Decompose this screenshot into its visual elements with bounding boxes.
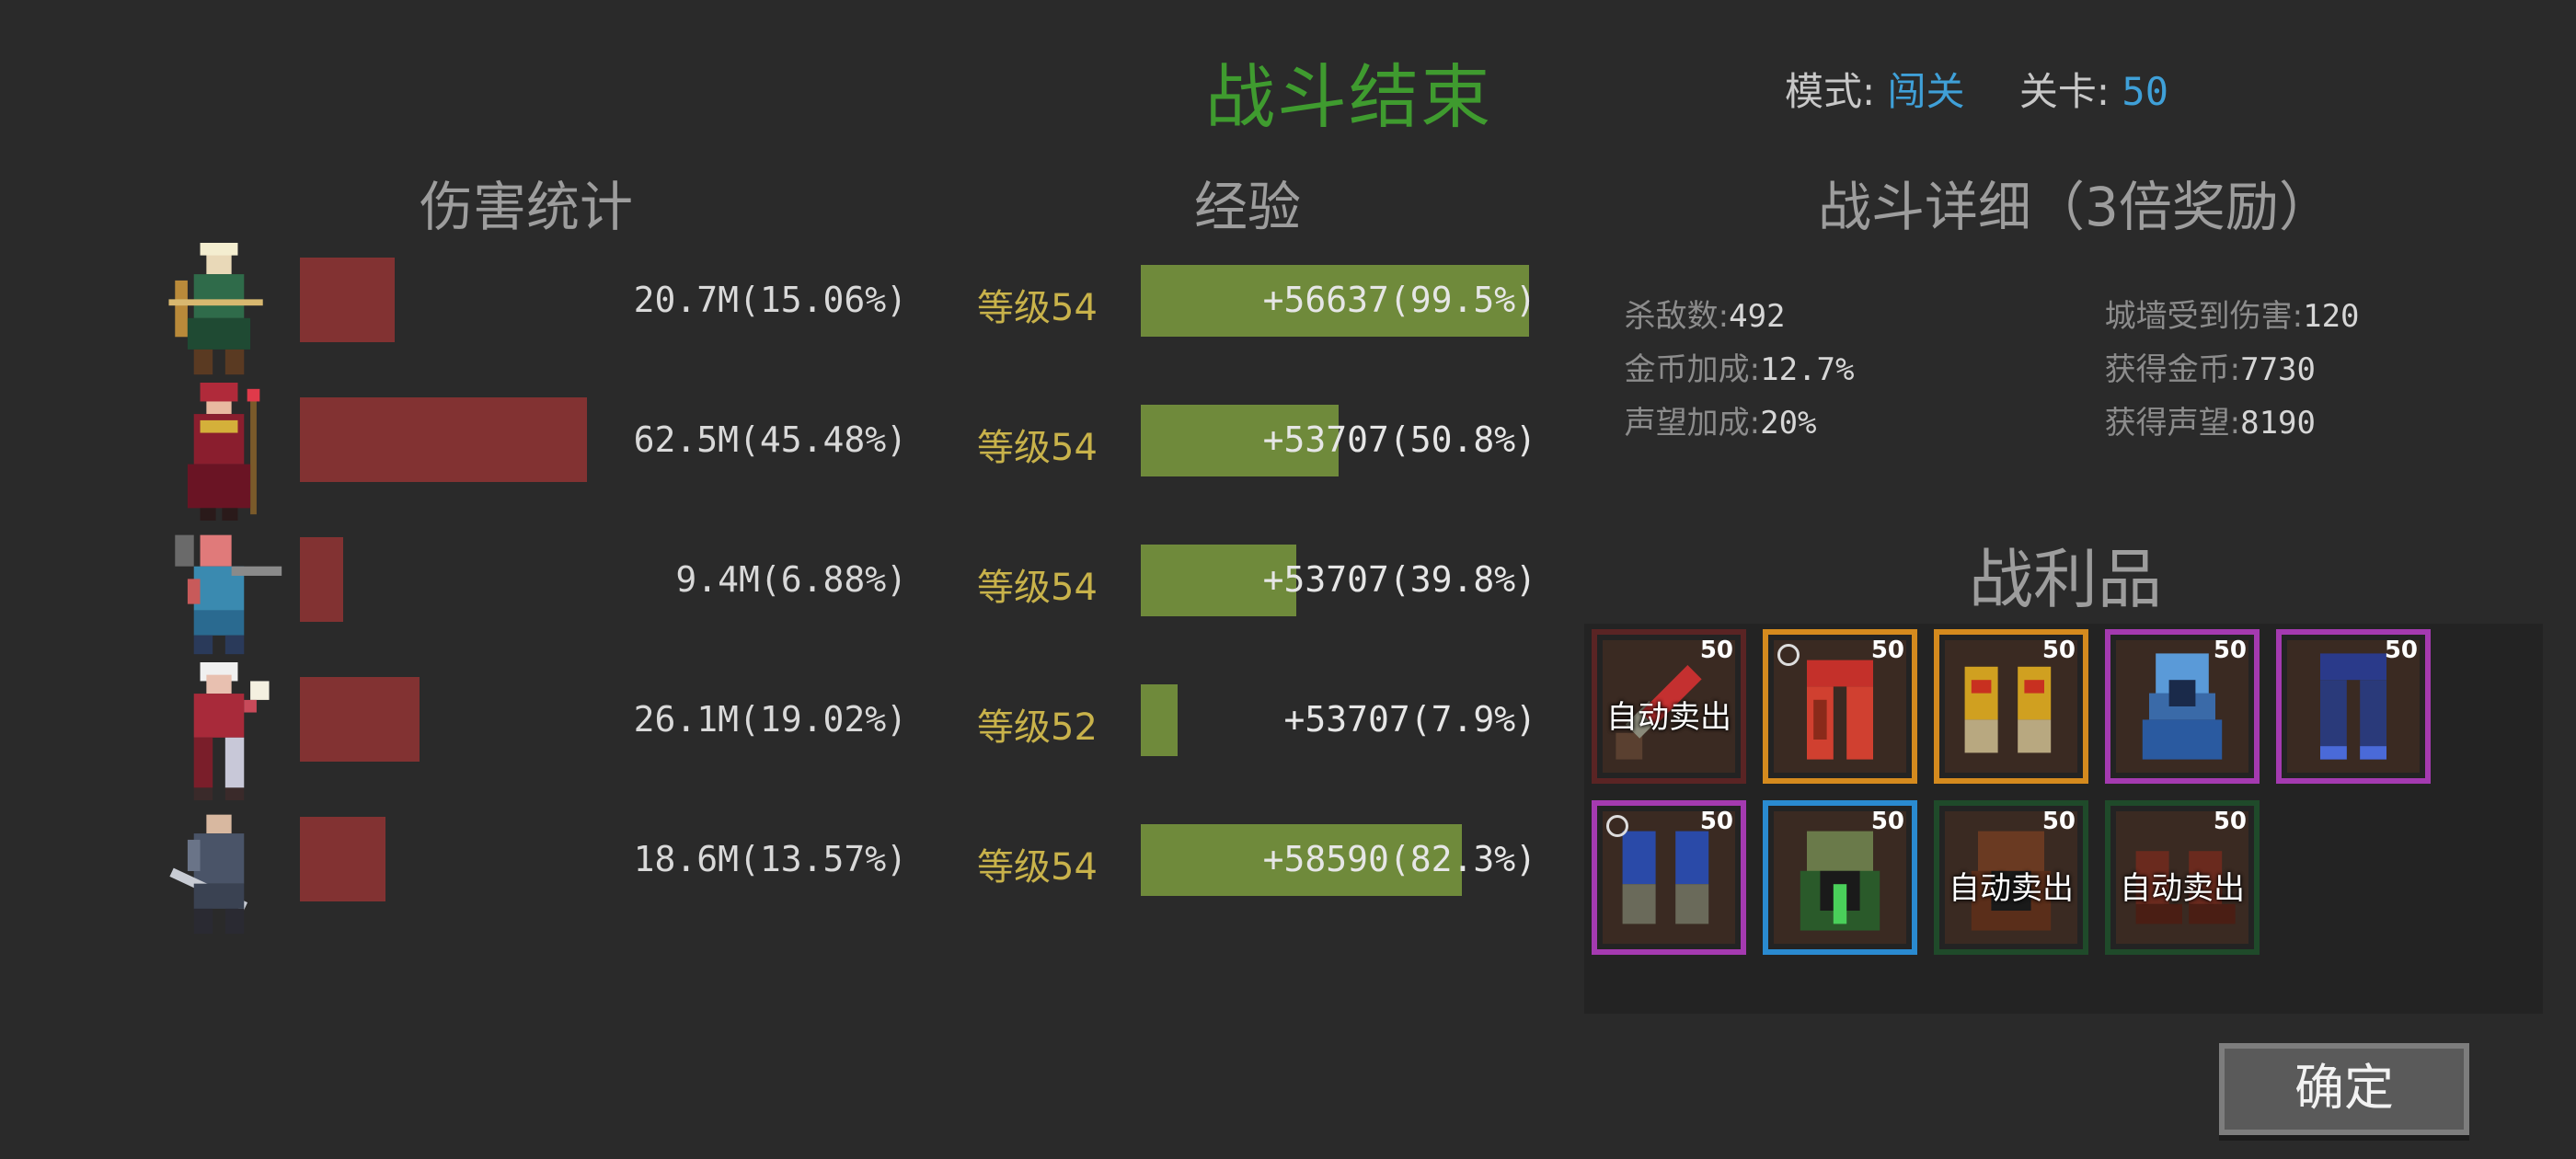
elf-archer-portrait	[155, 243, 283, 381]
select-marker-icon	[1777, 644, 1800, 666]
damage-value: 9.4M(6.88%)	[675, 559, 907, 600]
damage-bar	[300, 397, 587, 482]
damage-bar	[300, 537, 343, 622]
auto-sell-label: 自动卖出	[2120, 870, 2245, 907]
rep-bonus-stat: 声望加成:20%	[1604, 361, 1817, 442]
gunner-portrait	[155, 522, 283, 660]
battle-details-heading: 战斗详细（3倍奖励）	[1818, 176, 2332, 238]
item-level: 50	[1870, 637, 1904, 664]
white-haired-mage-portrait	[155, 662, 283, 800]
loot-slot[interactable]: 50	[1763, 629, 1917, 784]
item-level: 50	[1870, 808, 1904, 835]
hero-level: 等级54	[977, 427, 1098, 469]
damage-bar	[300, 677, 420, 762]
xp-gain-value: +58590(82.3%)	[1262, 839, 1536, 879]
damage-value: 26.1M(19.02%)	[633, 699, 907, 740]
xp-gain-value: +53707(7.9%)	[1283, 699, 1536, 740]
loot-slot[interactable]: 50 自动卖出	[2105, 800, 2260, 955]
item-level: 50	[2213, 637, 2247, 664]
stage-value: 50	[2122, 69, 2168, 114]
item-level: 50	[1699, 808, 1733, 835]
xp-gain-value: +53707(39.8%)	[1262, 559, 1536, 600]
rep-bonus-label: 声望加成:	[1624, 405, 1761, 442]
loot-panel: 50 自动卖出 50 50 50 50 50 50 50 自动卖出 50 自动卖出	[1584, 624, 2543, 1014]
rep-gained-stat: 获得声望:8190	[2085, 361, 2316, 442]
item-level: 50	[2213, 808, 2247, 835]
xp-gain-value: +53707(50.8%)	[1262, 419, 1536, 460]
loot-slot[interactable]: 50 自动卖出	[1592, 629, 1746, 784]
hero-level: 等级54	[977, 287, 1098, 329]
rep-gained-label: 获得声望:	[2104, 405, 2241, 442]
loot-slot[interactable]: 50	[1934, 629, 2088, 784]
item-level: 50	[2384, 637, 2418, 664]
damage-value: 18.6M(13.57%)	[633, 839, 907, 879]
loot-slot[interactable]: 50 自动卖出	[1934, 800, 2088, 955]
loot-slot[interactable]: 50	[2105, 629, 2260, 784]
hero-level: 等级54	[977, 846, 1098, 889]
swordsman-portrait	[155, 802, 283, 940]
item-level: 50	[2041, 808, 2076, 835]
xp-heading: 经验	[1194, 176, 1302, 238]
rep-gained-value: 8190	[2240, 405, 2316, 442]
rep-bonus-value: 20%	[1760, 405, 1817, 442]
item-level: 50	[1699, 637, 1733, 664]
loot-slot[interactable]: 50	[2276, 629, 2431, 784]
mode-value: 闯关	[1887, 69, 1965, 114]
damage-bar	[300, 817, 385, 901]
item-level: 50	[2041, 637, 2076, 664]
loot-slot[interactable]: 50	[1592, 800, 1746, 955]
auto-sell-label: 自动卖出	[1606, 699, 1731, 736]
hero-level: 等级52	[977, 706, 1098, 749]
battle-over-title: 战斗结束	[1205, 56, 1492, 138]
mode-label: 模式:	[1785, 69, 1876, 114]
confirm-button[interactable]: 确定	[2219, 1043, 2469, 1135]
mode-info: 模式: 闯关 关卡: 50	[1785, 61, 2168, 117]
select-marker-icon	[1606, 815, 1628, 837]
damage-value: 20.7M(15.06%)	[633, 280, 907, 320]
xp-gain-value: +56637(99.5%)	[1262, 280, 1536, 320]
red-mage-portrait	[155, 383, 283, 521]
damage-value: 62.5M(45.48%)	[633, 419, 907, 460]
loot-slot[interactable]: 50	[1763, 800, 1917, 955]
auto-sell-label: 自动卖出	[1949, 870, 2074, 907]
damage-bar	[300, 258, 395, 342]
loot-heading: 战利品	[1969, 542, 2162, 617]
damage-stats-heading: 伤害统计	[420, 176, 634, 238]
hero-level: 等级54	[977, 567, 1098, 609]
stage-label: 关卡:	[2018, 69, 2110, 114]
